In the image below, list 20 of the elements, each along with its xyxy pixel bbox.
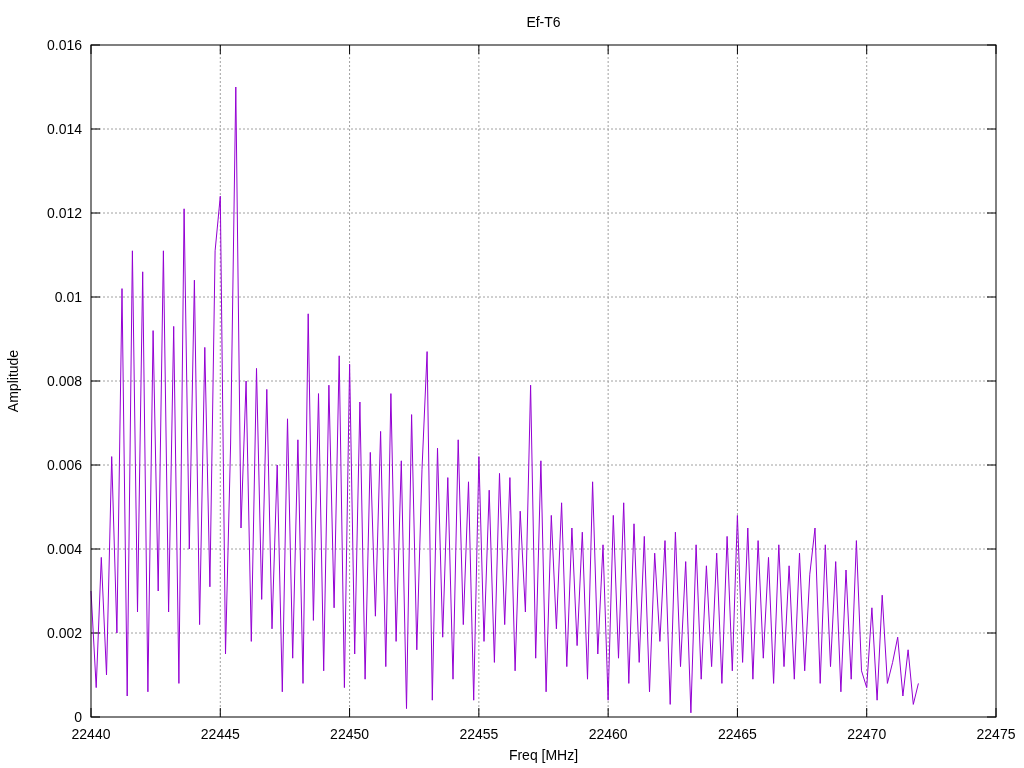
chart-title: Ef-T6: [526, 14, 561, 30]
tick-label: 22470: [847, 726, 887, 742]
tick-label: 0.002: [46, 625, 82, 641]
tick-label: 22460: [588, 726, 628, 742]
tick-label: 22455: [459, 726, 499, 742]
tick-label: 0: [74, 709, 82, 725]
tick-label: 0.01: [54, 289, 82, 305]
tick-label: 0.016: [46, 37, 82, 53]
axis-label: Amplitude: [5, 349, 21, 413]
tick-label: 22445: [200, 726, 240, 742]
axis-label: Freq [MHz]: [508, 747, 579, 763]
tick-label: 0.008: [46, 373, 82, 389]
tick-label: 22440: [71, 726, 111, 742]
tick-label: 0.004: [46, 541, 82, 557]
tick-label: 0.012: [46, 205, 82, 221]
tick-label: 22475: [976, 726, 1016, 742]
tick-label: 22465: [717, 726, 757, 742]
tick-label: 0.006: [46, 457, 82, 473]
tick-label: 22450: [330, 726, 370, 742]
tick-label: 0.014: [46, 121, 82, 137]
